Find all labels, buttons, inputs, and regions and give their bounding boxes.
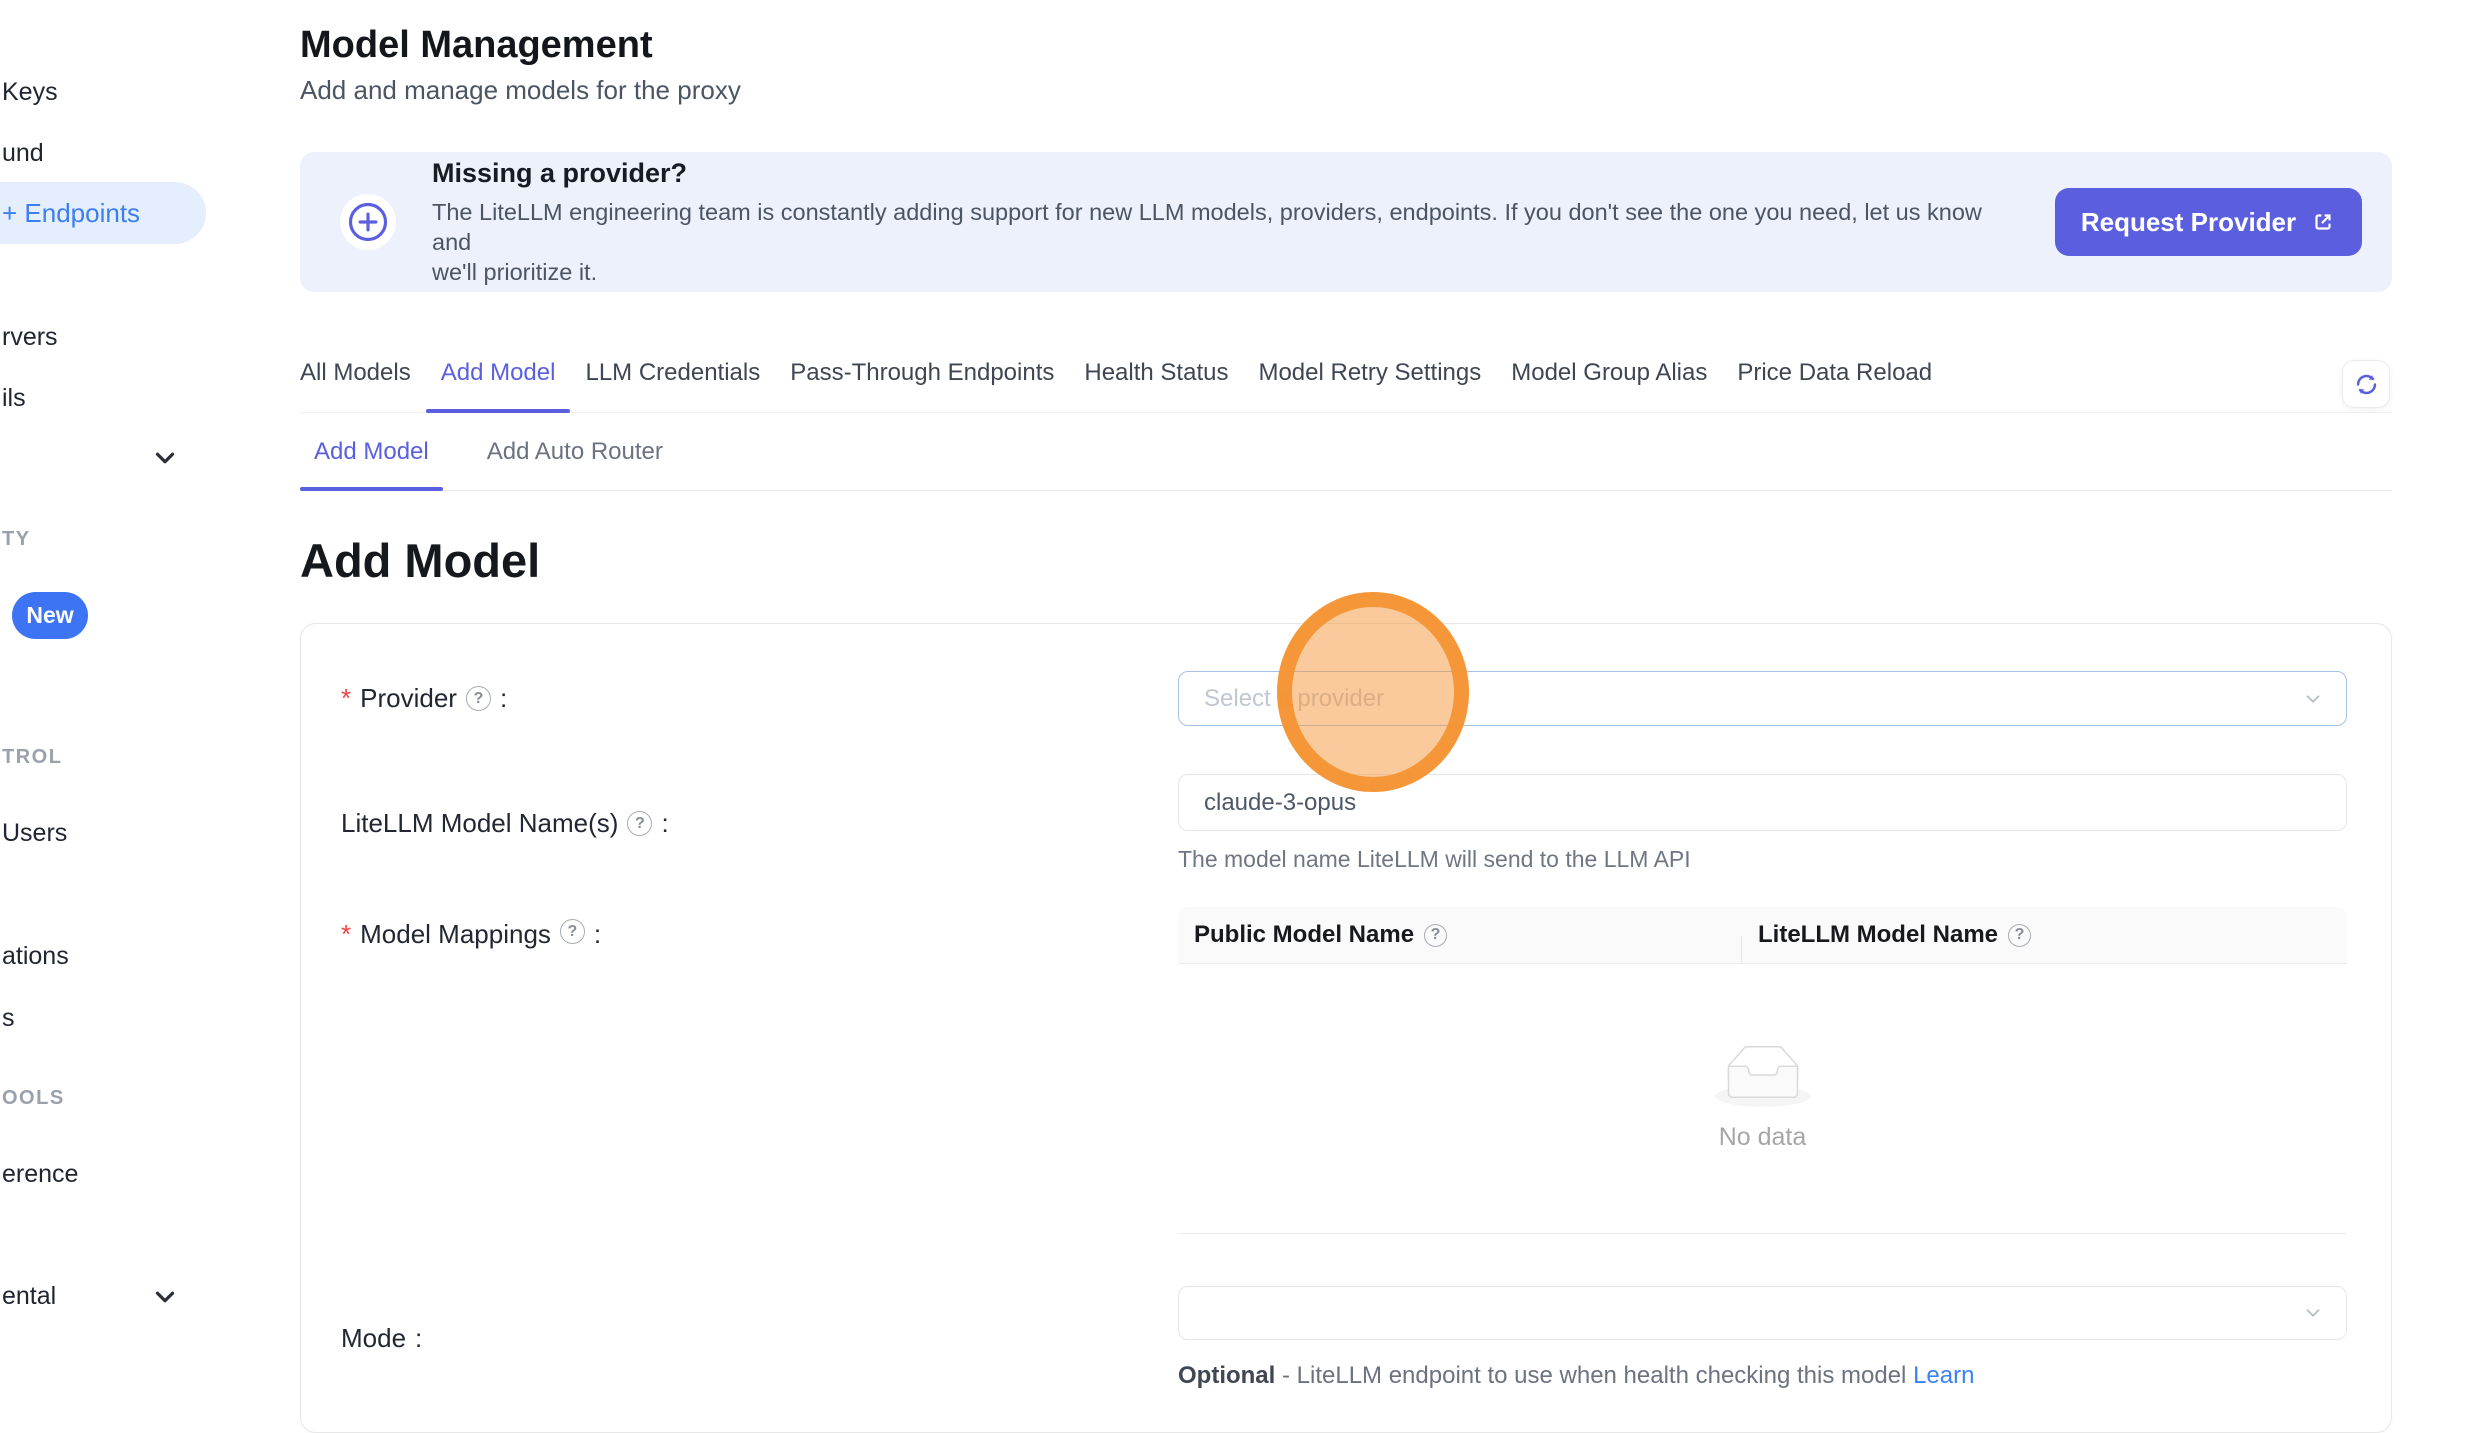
sidebar-item-organizations[interactable]: ations <box>0 942 69 971</box>
empty-state: No data <box>1178 964 2347 1234</box>
mode-label: Mode : <box>341 1286 1178 1390</box>
chevron-down-icon[interactable] <box>150 443 180 473</box>
banner-body: The LiteLLM engineering team is constant… <box>432 197 2012 287</box>
new-badge[interactable]: New <box>12 592 88 639</box>
column-public-model-name: Public Model Name <box>1178 921 1742 949</box>
add-model-heading: Add Model <box>300 533 2392 588</box>
page-subtitle: Add and manage models for the proxy <box>300 75 2392 106</box>
provider-label: * Provider : <box>341 671 1178 726</box>
model-name-row: LiteLLM Model Name(s) : claude-3-opus Th… <box>341 774 2347 873</box>
help-circle-icon[interactable] <box>466 686 491 711</box>
help-circle-icon[interactable] <box>2008 924 2031 947</box>
model-name-label: LiteLLM Model Name(s) : <box>341 774 1178 873</box>
sidebar-item-reference[interactable]: erence <box>0 1160 78 1189</box>
mode-label-text: Mode <box>341 1323 406 1354</box>
chevron-down-icon[interactable] <box>150 1282 180 1312</box>
missing-provider-banner: Missing a provider? The LiteLLM engineer… <box>300 152 2392 292</box>
colon: : <box>594 919 601 950</box>
model-mappings-row: * Model Mappings : Public Model Name Lit… <box>341 907 2347 1234</box>
plus-circle-icon <box>340 194 396 250</box>
tab-all-models[interactable]: All Models <box>300 354 411 387</box>
column-label: LiteLLM Model Name <box>1758 921 1998 949</box>
refresh-button[interactable] <box>2342 360 2390 408</box>
model-name-input[interactable]: claude-3-opus <box>1178 774 2347 831</box>
sidebar-item-label: + Endpoints <box>0 198 140 229</box>
tab-model-retry-settings[interactable]: Model Retry Settings <box>1258 354 1481 387</box>
table-header: Public Model Name LiteLLM Model Name <box>1178 907 2347 964</box>
main-content: Model Management Add and manage models f… <box>300 0 2392 1433</box>
request-provider-label: Request Provider <box>2081 207 2296 238</box>
add-model-subtabs: Add Model Add Auto Router <box>300 413 2392 491</box>
model-mappings-table: Public Model Name LiteLLM Model Name <box>1178 907 2347 1234</box>
chevron-down-icon <box>2302 688 2324 710</box>
request-provider-button[interactable]: Request Provider <box>2055 188 2362 256</box>
page-title: Model Management <box>300 24 2392 67</box>
column-label: Public Model Name <box>1194 921 1414 949</box>
sidebar-section-header: OOLS <box>0 1087 65 1110</box>
sidebar-item-servers[interactable]: rvers <box>0 323 58 352</box>
provider-label-text: Provider <box>360 683 457 714</box>
model-mappings-label-text: Model Mappings <box>360 919 551 950</box>
model-name-label-text: LiteLLM Model Name(s) <box>341 808 618 839</box>
model-name-helper: The model name LiteLLM will send to the … <box>1178 846 2347 873</box>
banner-title: Missing a provider? <box>432 158 2012 189</box>
sidebar-section-header: TROL <box>0 746 62 769</box>
external-link-icon <box>2310 209 2336 235</box>
sidebar-item-experimental[interactable]: ental <box>0 1282 56 1311</box>
mode-helper: Optional - LiteLLM endpoint to use when … <box>1178 1362 2347 1390</box>
no-data-text: No data <box>1719 1123 1807 1152</box>
help-circle-icon[interactable] <box>560 919 585 944</box>
help-circle-icon[interactable] <box>1424 924 1447 947</box>
provider-select-placeholder: Select a provider <box>1204 685 2302 713</box>
sync-icon <box>2353 371 2380 398</box>
sidebar: Keys und + Endpoints rvers ils TY New TR… <box>0 0 300 1385</box>
tab-health-status[interactable]: Health Status <box>1084 354 1228 387</box>
banner-body-line1: The LiteLLM engineering team is constant… <box>432 199 1982 255</box>
sidebar-item-keys[interactable]: Keys <box>0 78 58 107</box>
empty-inbox-icon <box>1715 1045 1811 1107</box>
banner-body-line2: we'll prioritize it. <box>432 259 597 285</box>
chevron-down-icon <box>2302 1302 2324 1324</box>
colon: : <box>500 683 507 714</box>
provider-select[interactable]: Select a provider <box>1178 671 2347 726</box>
required-mark: * <box>341 683 351 714</box>
colon: : <box>415 1323 422 1354</box>
colon: : <box>661 808 668 839</box>
sidebar-item-users[interactable]: Users <box>0 819 67 848</box>
sidebar-item-guardrails[interactable]: ils <box>0 384 26 413</box>
tab-pass-through-endpoints[interactable]: Pass-Through Endpoints <box>790 354 1054 387</box>
tab-add-model[interactable]: Add Model <box>441 354 556 387</box>
tab-price-data-reload[interactable]: Price Data Reload <box>1737 354 1932 387</box>
banner-text: Missing a provider? The LiteLLM engineer… <box>432 158 2012 287</box>
sidebar-item-teams[interactable]: s <box>0 1004 15 1033</box>
column-litellm-model-name: LiteLLM Model Name <box>1742 921 2031 949</box>
model-tabs: All Models Add Model LLM Credentials Pas… <box>300 354 2392 413</box>
sidebar-item-playground[interactable]: und <box>0 139 44 168</box>
add-model-form-card: * Provider : Select a provider LiteLLM M… <box>300 623 2392 1433</box>
model-name-value: claude-3-opus <box>1204 789 1356 817</box>
subtab-add-model[interactable]: Add Model <box>300 413 443 490</box>
tab-llm-credentials[interactable]: LLM Credentials <box>585 354 760 387</box>
sidebar-item-models-endpoints[interactable]: + Endpoints <box>0 182 206 244</box>
mode-row: Mode : Optional - LiteLLM endpoint to us… <box>341 1286 2347 1390</box>
subtab-add-auto-router[interactable]: Add Auto Router <box>487 413 663 490</box>
required-mark: * <box>341 919 351 950</box>
provider-row: * Provider : Select a provider <box>341 671 2347 726</box>
tab-model-group-alias[interactable]: Model Group Alias <box>1511 354 1707 387</box>
model-mappings-label: * Model Mappings : <box>341 907 1178 1234</box>
sidebar-section-header: TY <box>0 528 31 551</box>
mode-select[interactable] <box>1178 1286 2347 1340</box>
help-circle-icon[interactable] <box>627 811 652 836</box>
